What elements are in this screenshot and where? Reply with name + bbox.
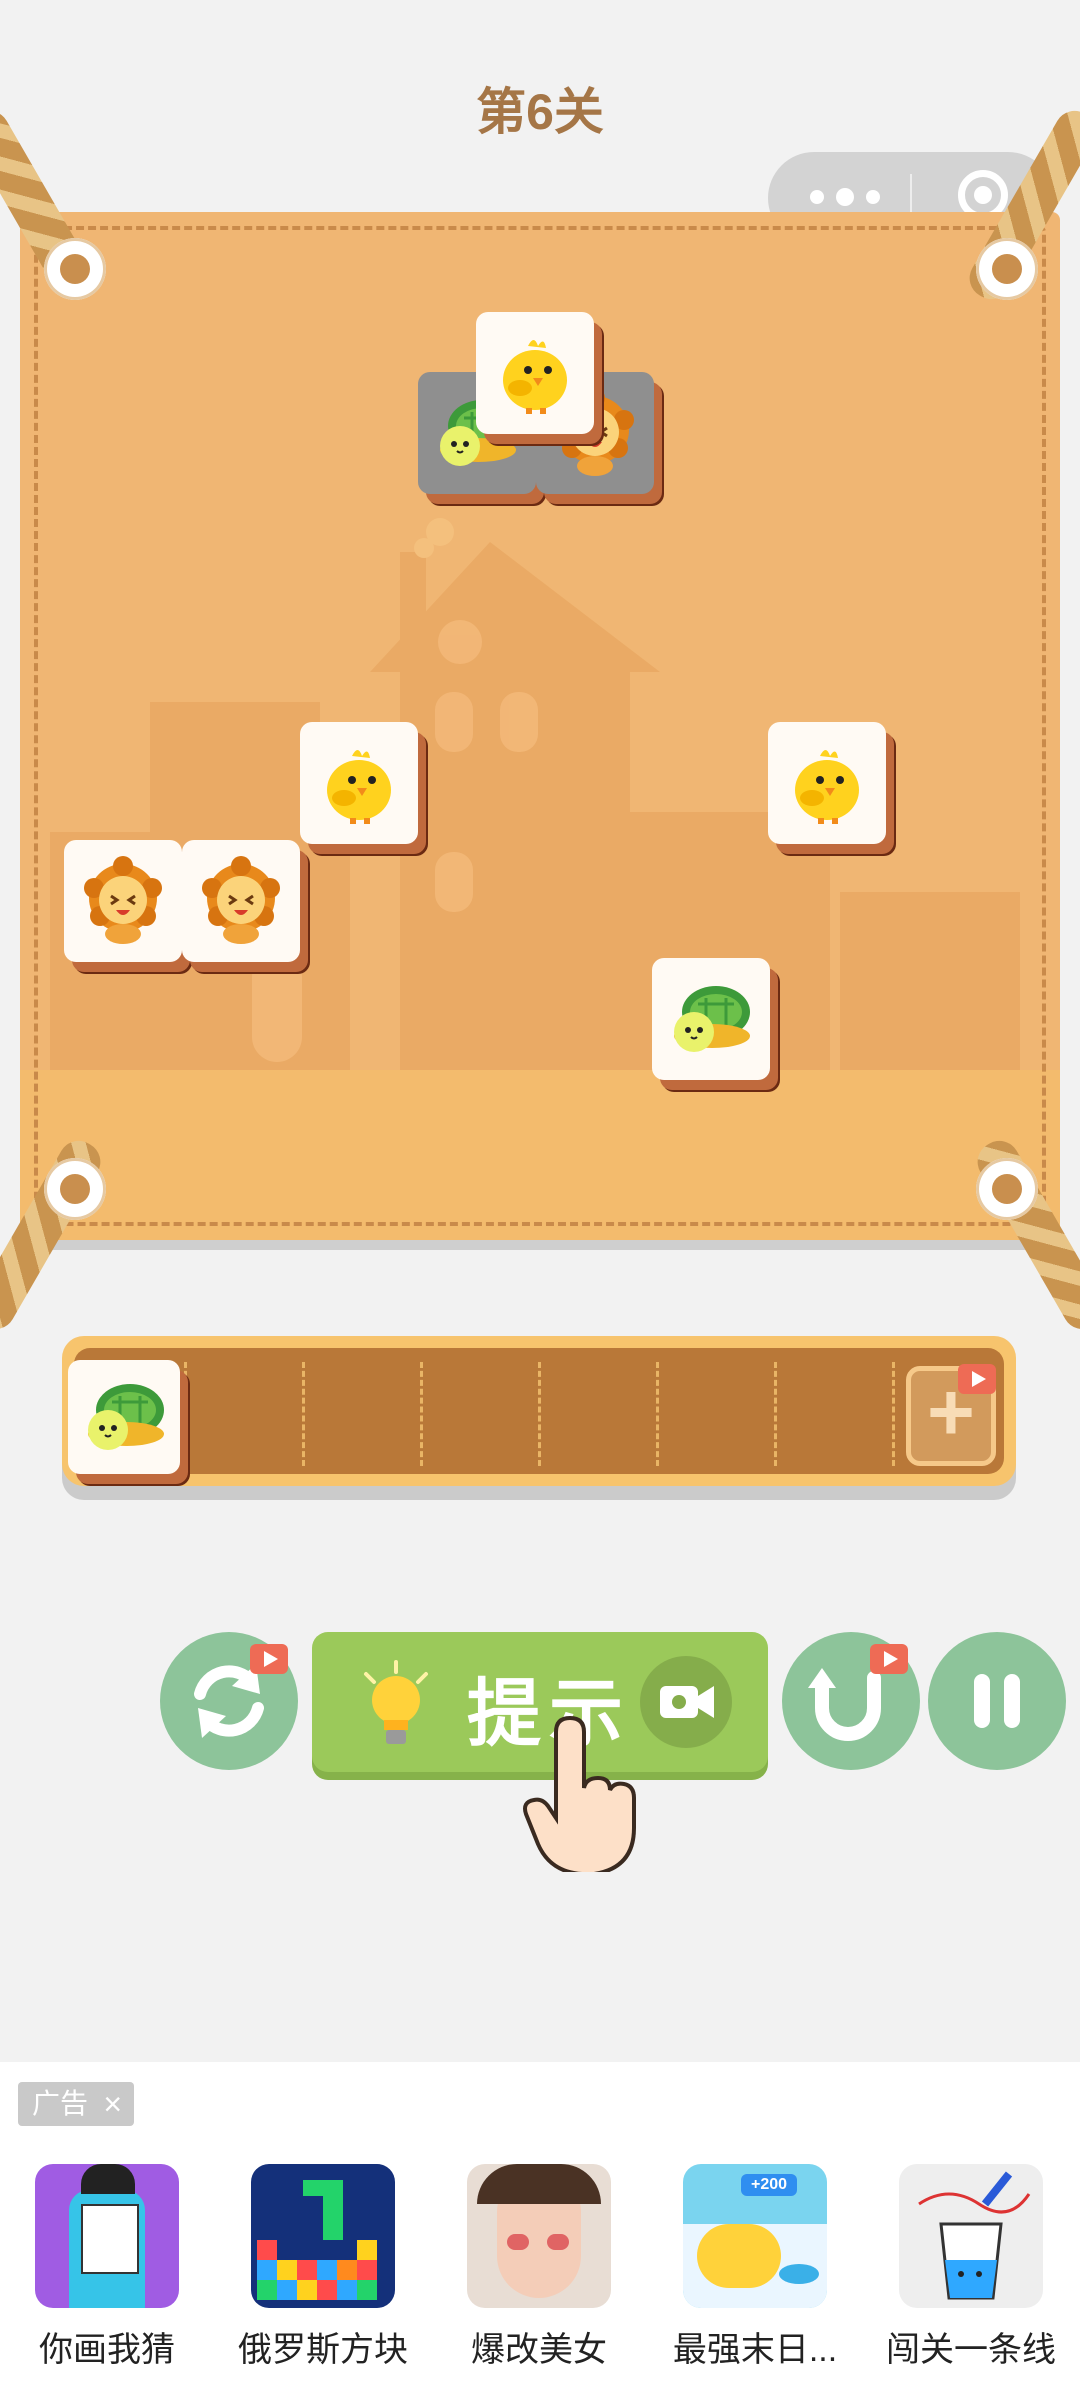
lightbulb-icon — [364, 1660, 428, 1744]
grommet — [44, 1158, 106, 1220]
tutorial-hand-pointer — [523, 1715, 636, 1872]
tile-tray — [62, 1336, 1016, 1486]
turtle-icon — [666, 974, 756, 1064]
turtle-icon — [80, 1372, 170, 1462]
lion-icon — [196, 856, 286, 946]
ad-app-item[interactable]: 爆改美女 — [444, 2164, 634, 2371]
tile-turtle[interactable] — [652, 958, 770, 1080]
video-camera-icon — [640, 1656, 732, 1748]
video-ad-badge-icon — [958, 1364, 996, 1394]
lion-icon — [78, 856, 168, 946]
ad-tag: 广告 × — [18, 2082, 134, 2126]
ad-app-name: 你画我猜 — [39, 2331, 175, 2369]
chick-icon — [490, 328, 580, 418]
ad-app-name: 最强末日... — [672, 2331, 838, 2369]
ad-app-item[interactable]: 俄罗斯方块 — [228, 2164, 418, 2371]
tile-chick[interactable] — [768, 722, 886, 844]
more-dots-icon[interactable] — [810, 188, 880, 206]
grommet — [976, 238, 1038, 300]
level-title: 第6关 — [476, 84, 604, 140]
ad-app-name: 爆改美女 — [471, 2331, 607, 2369]
video-ad-badge-icon — [250, 1644, 288, 1674]
ad-app-name: 闯关一条线 — [886, 2331, 1056, 2369]
tetris-app-icon — [251, 2164, 395, 2308]
ad-app-item[interactable]: 闯关一条线 — [876, 2164, 1066, 2371]
ad-app-name: 俄罗斯方块 — [238, 2331, 408, 2369]
ad-close-button[interactable]: × — [103, 2082, 122, 2126]
tile-chick[interactable] — [300, 722, 418, 844]
pause-button[interactable] — [928, 1632, 1066, 1770]
makeover-app-icon — [467, 2164, 611, 2308]
runner-app-icon: +200 — [683, 2164, 827, 2308]
chick-icon — [314, 738, 404, 828]
grommet — [44, 238, 106, 300]
line-puzzle-app-icon — [899, 2164, 1043, 2308]
ad-tag-label: 广告 — [32, 2088, 89, 2119]
ad-banner-number: +200 — [741, 2174, 797, 2196]
chick-icon — [782, 738, 872, 828]
tile-lion[interactable] — [64, 840, 182, 962]
video-ad-badge-icon — [870, 1644, 908, 1674]
ad-app-item[interactable]: +200 最强末日... — [660, 2164, 850, 2371]
pause-icon — [974, 1674, 1020, 1728]
tile-chick[interactable] — [476, 312, 594, 434]
tray-slot-turtle — [68, 1360, 180, 1474]
drawing-game-app-icon — [35, 2164, 179, 2308]
ad-app-item[interactable]: 你画我猜 — [12, 2164, 202, 2371]
grommet — [976, 1158, 1038, 1220]
tile-lion[interactable] — [182, 840, 300, 962]
